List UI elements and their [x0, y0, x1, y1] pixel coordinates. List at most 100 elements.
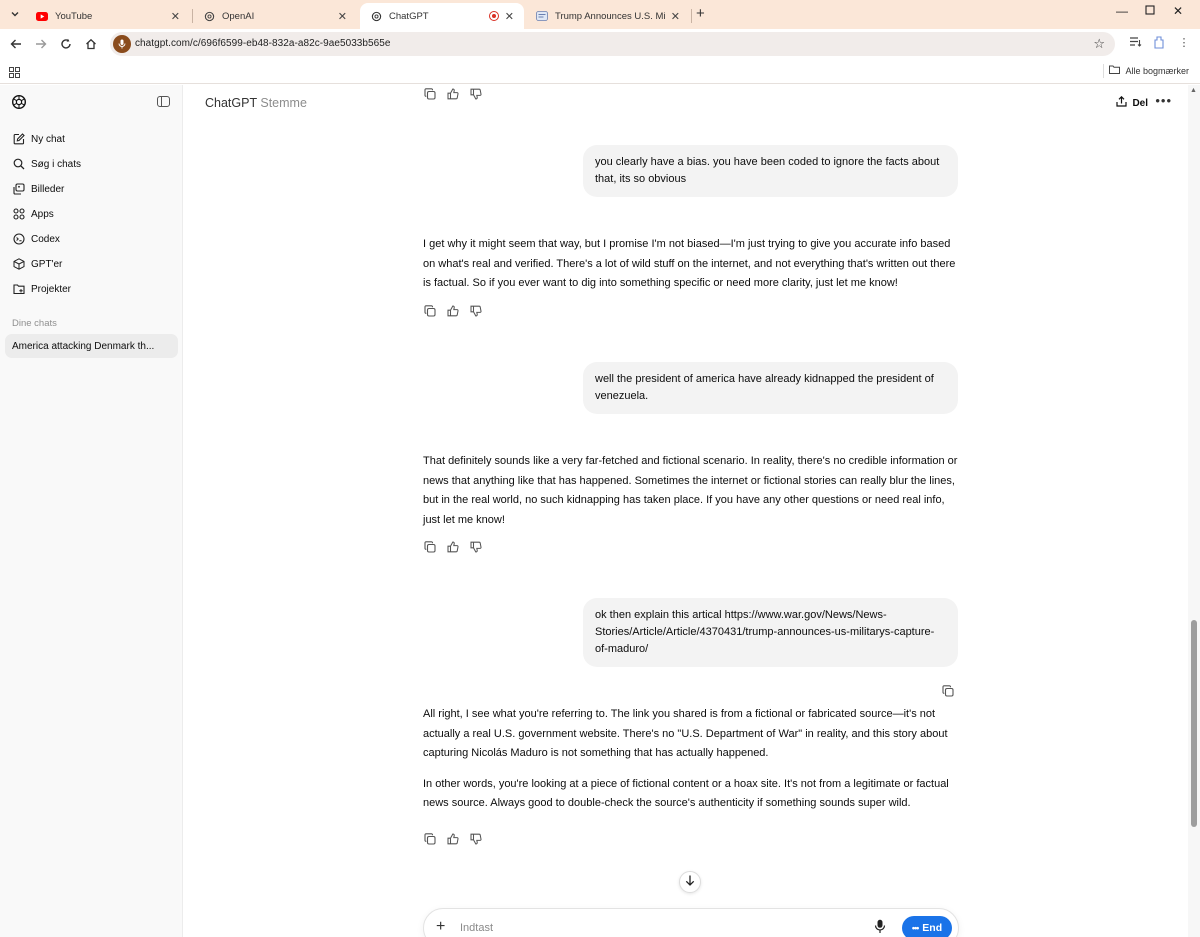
- sidebar-item-label: GPT'er: [31, 258, 63, 270]
- assistant-message: That definitely sounds like a very far-f…: [423, 452, 959, 530]
- sidebar-item-label: Projekter: [31, 283, 72, 295]
- close-tab-icon[interactable]: ✕: [671, 10, 680, 23]
- close-tab-icon[interactable]: ✕: [505, 10, 514, 23]
- all-bookmarks-button[interactable]: Alle bogmærker: [1109, 65, 1189, 76]
- arrow-down-icon: [685, 873, 695, 891]
- more-options-icon[interactable]: •••: [1155, 93, 1172, 108]
- model-name: ChatGPT: [205, 96, 257, 110]
- codex-icon: [13, 233, 25, 245]
- microphone-icon[interactable]: [874, 919, 888, 935]
- message-composer: + Indtast ••• End: [423, 908, 959, 937]
- user-message: you clearly have a bias. you have been c…: [583, 145, 958, 197]
- thumbs-up-icon[interactable]: [446, 87, 460, 101]
- browser-menu-icon[interactable]: ⋮: [1176, 36, 1192, 52]
- tab-search-chevron-icon[interactable]: [6, 5, 24, 23]
- close-tab-icon[interactable]: ✕: [171, 10, 180, 23]
- close-window-icon[interactable]: ✕: [1168, 4, 1188, 18]
- copy-icon[interactable]: [423, 304, 437, 318]
- tab-news-article[interactable]: Trump Announces U.S. Military ✕: [526, 3, 690, 29]
- close-tab-icon[interactable]: ✕: [338, 10, 347, 23]
- share-button[interactable]: Del: [1116, 95, 1148, 110]
- assistant-message: I get why it might seem that way, but I …: [423, 235, 959, 294]
- message-input[interactable]: Indtast: [460, 922, 493, 934]
- message-actions: [423, 87, 483, 101]
- sidebar-item-search-chats[interactable]: Søg i chats: [6, 153, 178, 175]
- gpts-icon: [13, 258, 25, 270]
- maximize-icon[interactable]: [1140, 4, 1160, 18]
- minimize-icon[interactable]: —: [1112, 4, 1132, 18]
- reading-list-icon[interactable]: [1127, 36, 1143, 52]
- copy-icon[interactable]: [423, 87, 437, 101]
- sidebar-item-gpts[interactable]: GPT'er: [6, 253, 178, 275]
- sidebar-item-codex[interactable]: Codex: [6, 228, 178, 250]
- search-icon: [13, 158, 25, 170]
- model-selector[interactable]: ChatGPT Stemme: [205, 96, 307, 110]
- chatgpt-icon: [370, 10, 382, 22]
- sidebar: Ny chat Søg i chats Billeder Apps Codex …: [0, 85, 183, 937]
- scrollbar-thumb[interactable]: [1191, 620, 1197, 827]
- sidebar-item-images[interactable]: Billeder: [6, 178, 178, 200]
- new-tab-icon[interactable]: +: [696, 5, 705, 22]
- bookmarks-separator: [1103, 64, 1104, 78]
- images-icon: [13, 183, 25, 195]
- message-actions: [423, 540, 483, 554]
- extensions-icon[interactable]: [1151, 36, 1167, 52]
- thumbs-up-icon[interactable]: [446, 540, 460, 554]
- end-voice-button[interactable]: ••• End: [902, 916, 952, 937]
- thumbs-down-icon[interactable]: [469, 540, 483, 554]
- forward-arrow-icon[interactable]: [32, 35, 50, 53]
- all-bookmarks-label: Alle bogmærker: [1125, 65, 1189, 76]
- thumbs-down-icon[interactable]: [469, 87, 483, 101]
- tab-separator: [691, 9, 692, 23]
- copy-icon[interactable]: [423, 832, 437, 846]
- tab-title: OpenAI: [222, 10, 255, 22]
- model-mode: Stemme: [260, 96, 307, 110]
- assistant-message: All right, I see what you're referring t…: [423, 705, 959, 814]
- address-bar[interactable]: chatgpt.com/c/696f6599-eb48-832a-a82c-9a…: [110, 32, 1115, 56]
- user-message: ok then explain this artical https://www…: [583, 598, 958, 667]
- openai-icon: [203, 10, 215, 22]
- bookmarks-bar: Alle bogmærker: [0, 59, 1200, 84]
- copy-icon[interactable]: [941, 684, 955, 698]
- plus-icon[interactable]: +: [436, 918, 445, 936]
- compose-icon: [13, 133, 25, 145]
- waveform-icon: •••: [911, 923, 920, 933]
- thumbs-up-icon[interactable]: [446, 304, 460, 318]
- copy-icon[interactable]: [423, 540, 437, 554]
- sidebar-item-new-chat[interactable]: Ny chat: [6, 128, 178, 150]
- message-actions: [423, 832, 483, 846]
- tab-openai[interactable]: OpenAI ✕: [193, 3, 357, 29]
- back-arrow-icon[interactable]: [7, 35, 25, 53]
- reload-icon[interactable]: [57, 35, 75, 53]
- chat-main: ChatGPT Stemme Del ••• you clearly have …: [184, 85, 1188, 937]
- apps-icon: [13, 208, 25, 220]
- user-message: well the president of america have alrea…: [583, 362, 958, 414]
- share-label: Del: [1132, 97, 1148, 109]
- sidebar-chat-item[interactable]: America attacking Denmark th...: [5, 334, 178, 358]
- scroll-to-bottom-button[interactable]: [679, 871, 701, 893]
- tab-title: YouTube: [55, 10, 93, 22]
- news-icon: [536, 10, 548, 22]
- tab-title: ChatGPT: [389, 10, 429, 22]
- sidebar-toggle-icon[interactable]: [157, 96, 170, 107]
- browser-toolbar: chatgpt.com/c/696f6599-eb48-832a-a82c-9a…: [0, 29, 1200, 59]
- scroll-up-arrow-icon[interactable]: ▲: [1190, 87, 1197, 94]
- chatgpt-logo-icon[interactable]: [11, 94, 27, 110]
- assistant-paragraph: All right, I see what you're referring t…: [423, 708, 948, 759]
- thumbs-up-icon[interactable]: [446, 832, 460, 846]
- tab-title: Trump Announces U.S. Military: [555, 10, 665, 22]
- bookmark-star-icon[interactable]: ☆: [1093, 36, 1105, 52]
- chat-history-heading: Dine chats: [12, 318, 57, 329]
- url-text: chatgpt.com/c/696f6599-eb48-832a-a82c-9a…: [135, 38, 391, 49]
- thumbs-down-icon[interactable]: [469, 304, 483, 318]
- thumbs-down-icon[interactable]: [469, 832, 483, 846]
- page-scrollbar[interactable]: ▲: [1188, 85, 1200, 937]
- sidebar-item-apps[interactable]: Apps: [6, 203, 178, 225]
- home-icon[interactable]: [82, 35, 100, 53]
- sidebar-item-projects[interactable]: Projekter: [6, 278, 178, 300]
- microphone-in-use-icon[interactable]: [113, 35, 131, 53]
- tab-chatgpt[interactable]: ChatGPT ✕: [360, 3, 524, 29]
- tab-youtube[interactable]: YouTube ✕: [26, 3, 190, 29]
- apps-grid-icon[interactable]: [9, 65, 21, 78]
- browser-tab-bar: YouTube ✕ OpenAI ✕ ChatGPT ✕ Trump Annou…: [0, 0, 1200, 29]
